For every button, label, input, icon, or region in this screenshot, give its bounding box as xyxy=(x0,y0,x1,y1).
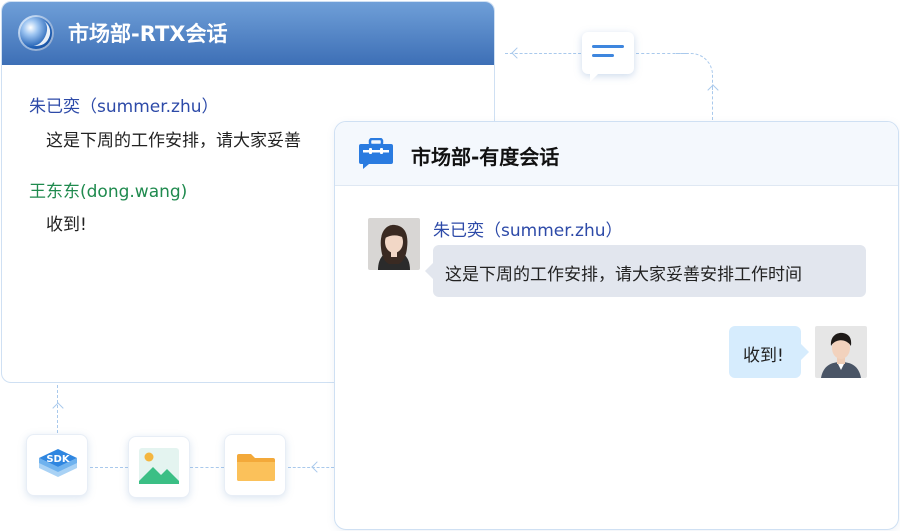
connector-bottom-2 xyxy=(190,467,224,468)
rtx-window-header: 市场部-RTX会话 xyxy=(2,2,494,65)
avatar xyxy=(368,218,420,270)
arrow-up-icon xyxy=(52,402,64,414)
male-avatar-icon xyxy=(815,326,867,378)
youdu-message-text: 收到! xyxy=(743,346,784,366)
outgoing-message-bubble: 收到! xyxy=(729,326,809,378)
folder-tile xyxy=(224,434,286,496)
youdu-window-header: 市场部-有度会话 xyxy=(335,122,898,186)
rtx-message-text: 收到! xyxy=(46,215,87,235)
image-icon xyxy=(139,448,179,484)
youdu-chat-window: 市场部-有度会话 朱已奕（summer.zhu） 这是下周的工作安排，请大家妥善… xyxy=(334,121,899,530)
chat-line xyxy=(592,54,614,57)
youdu-message-sender: 朱已奕（summer.zhu） xyxy=(433,221,623,241)
rtx-window-title: 市场部-RTX会话 xyxy=(68,22,228,46)
female-avatar-icon xyxy=(368,218,420,270)
sdk-tile: SDK xyxy=(26,434,88,496)
connector-bottom-1 xyxy=(90,467,128,468)
chat-line xyxy=(592,45,624,48)
briefcase-chat-icon xyxy=(359,138,393,169)
youdu-message-text: 这是下周的工作安排，请大家妥善安排工作时间 xyxy=(445,265,802,285)
rtx-message-sender: 朱已奕（summer.zhu） xyxy=(29,97,219,117)
arrow-left-icon xyxy=(511,47,523,59)
folder-icon xyxy=(237,454,275,481)
youdu-window-title: 市场部-有度会话 xyxy=(411,145,560,169)
rtx-message-sender: 王东东(dong.wang) xyxy=(29,182,188,202)
arrow-left-icon xyxy=(311,461,323,473)
avatar xyxy=(815,326,867,378)
connector-corner xyxy=(676,53,713,90)
sdk-label: SDK xyxy=(46,454,71,465)
rtx-logo-icon xyxy=(18,15,54,51)
chat-bubble-icon xyxy=(582,32,634,82)
incoming-message-bubble: 这是下周的工作安排，请大家妥善安排工作时间 xyxy=(425,245,866,297)
image-tile xyxy=(128,436,190,498)
sdk-icon: SDK xyxy=(39,449,77,477)
rtx-message-text: 这是下周的工作安排，请大家妥善 xyxy=(46,131,301,151)
